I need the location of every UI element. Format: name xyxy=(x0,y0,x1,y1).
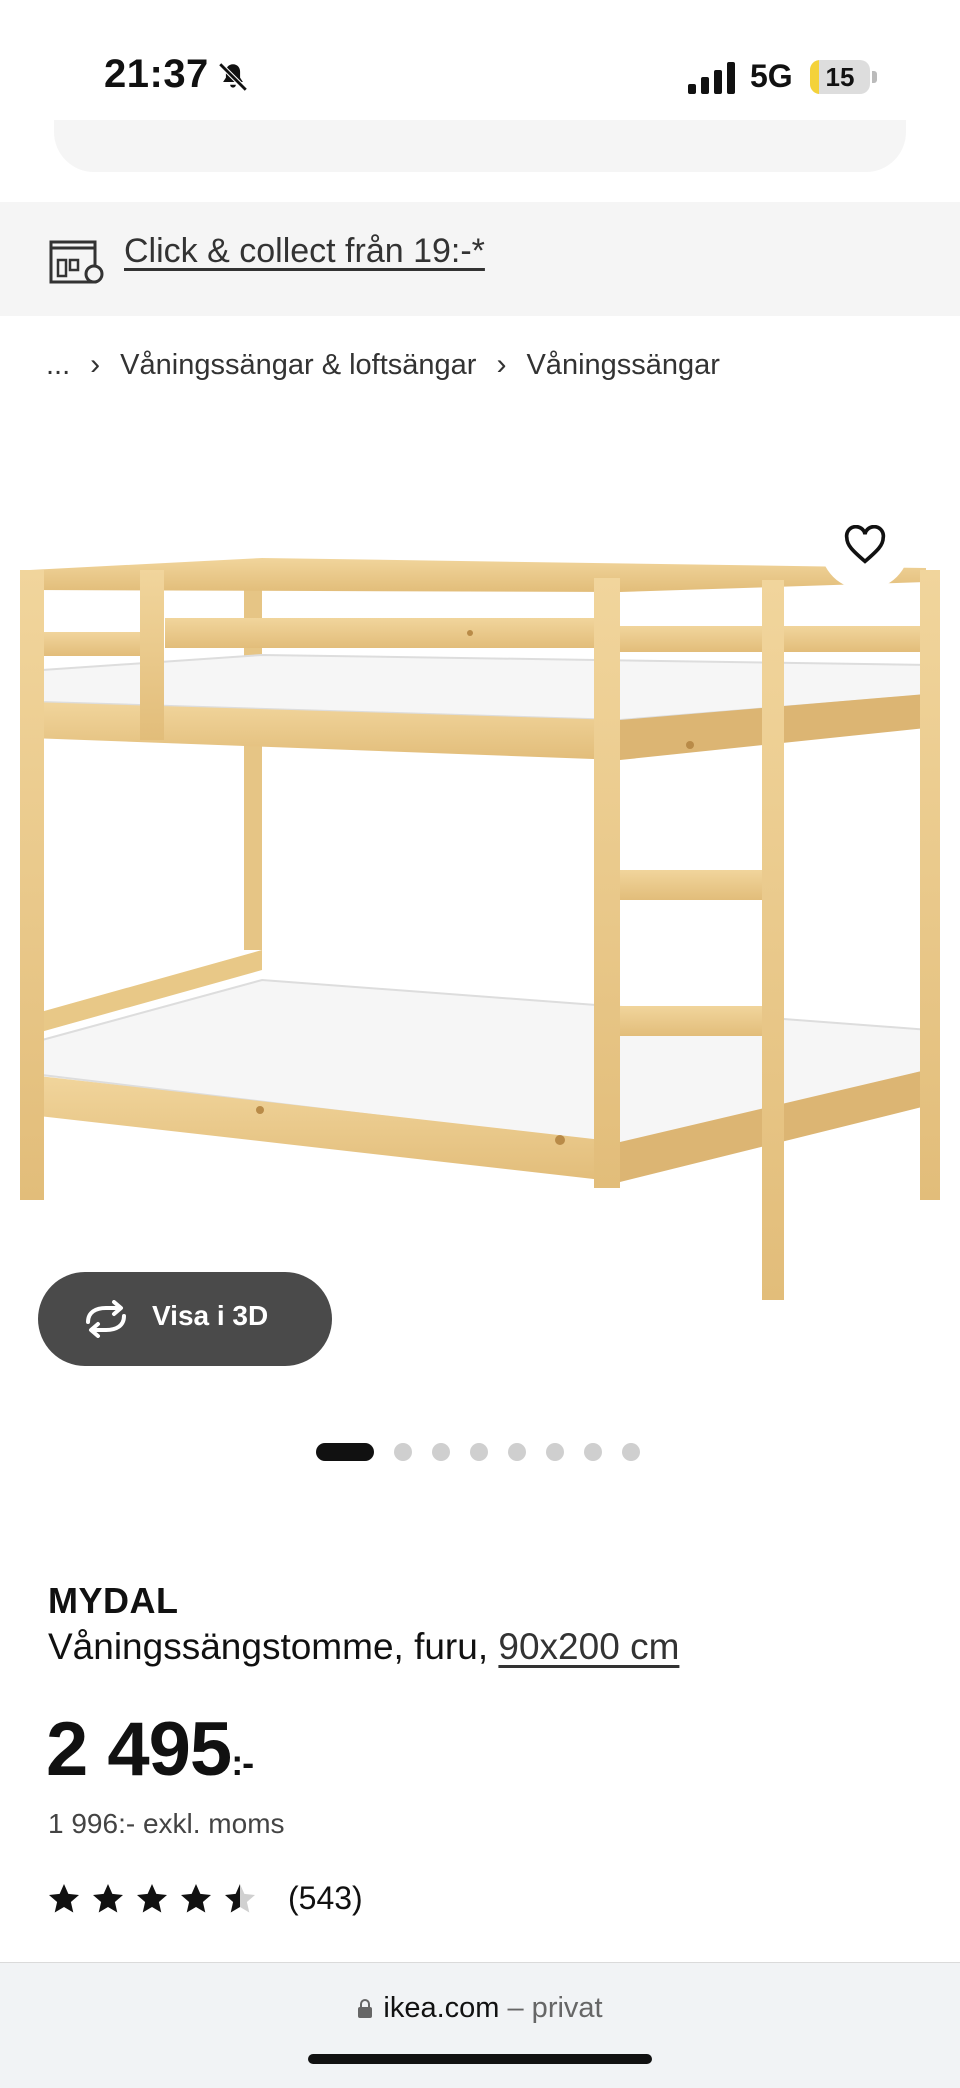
rating[interactable]: (543) xyxy=(46,1880,363,1917)
price-suffix: :- xyxy=(231,1742,254,1783)
battery-cap xyxy=(872,71,877,83)
star-full-icon xyxy=(93,1883,123,1912)
carousel-dot-active[interactable] xyxy=(316,1443,374,1461)
carousel-dot[interactable] xyxy=(394,1443,412,1461)
battery-percent: 15 xyxy=(825,62,855,92)
url-domain: ikea.com xyxy=(383,1992,500,2024)
private-mode-label: – privat xyxy=(507,1992,603,2024)
star-full-icon xyxy=(181,1883,211,1912)
carousel-dot[interactable] xyxy=(432,1443,450,1461)
view-3d-label: Visa i 3D xyxy=(152,1300,269,1331)
breadcrumb: ... › Våningssängar & loftsängar › Vånin… xyxy=(46,348,720,382)
product-name: MYDAL xyxy=(48,1580,179,1621)
view-3d-button[interactable]: Visa i 3D xyxy=(38,1272,332,1366)
carousel-dot[interactable] xyxy=(546,1443,564,1461)
carousel-dot[interactable] xyxy=(470,1443,488,1461)
product-type: Våningssängstomme, furu, xyxy=(48,1626,489,1667)
carousel-dot[interactable] xyxy=(622,1443,640,1461)
rotate-3d-icon xyxy=(86,1300,126,1338)
carousel-dot[interactable] xyxy=(584,1443,602,1461)
product-price: 2 495:- xyxy=(46,1706,254,1793)
chevron-right-icon: › xyxy=(90,348,101,381)
signal-icon xyxy=(688,62,735,94)
breadcrumb-item-bunk-and-loft-beds[interactable]: Våningssängar & loftsängar xyxy=(120,349,476,382)
store-icon xyxy=(49,240,104,284)
heart-icon xyxy=(844,525,886,564)
star-full-icon xyxy=(49,1883,79,1912)
size-link[interactable]: 90x200 cm xyxy=(498,1626,679,1667)
click-collect-link[interactable]: Click & collect från 19:-* xyxy=(124,232,485,271)
star-half-icon xyxy=(225,1883,255,1912)
network-type: 5G xyxy=(750,58,793,94)
lock-icon xyxy=(358,1999,373,2018)
breadcrumb-ellipsis[interactable]: ... xyxy=(46,349,70,382)
price-value: 2 495 xyxy=(46,1707,232,1792)
search-bar-edge[interactable] xyxy=(54,120,906,172)
bunk-bed-illustration xyxy=(20,558,940,1300)
carousel-dot[interactable] xyxy=(508,1443,526,1461)
clock: 21:37 xyxy=(104,52,209,96)
bell-slash-icon xyxy=(218,62,248,92)
breadcrumb-item-bunk-beds[interactable]: Våningssängar xyxy=(526,349,719,382)
chevron-right-icon: › xyxy=(496,348,507,381)
star-full-icon xyxy=(137,1883,167,1912)
star-rating xyxy=(46,1881,266,1917)
favorite-button[interactable] xyxy=(820,500,910,590)
product-description: Våningssängstomme, furu, 90x200 cm xyxy=(48,1626,679,1668)
image-carousel-indicator[interactable] xyxy=(316,1440,660,1464)
price-excl-vat: 1 996:- exkl. moms xyxy=(48,1808,285,1839)
home-indicator[interactable] xyxy=(308,2054,652,2064)
address-bar[interactable]: ikea.com – privat xyxy=(0,1992,960,2025)
browser-bottom-bar xyxy=(0,1962,960,2088)
product-image[interactable] xyxy=(0,470,960,1410)
review-count[interactable]: (543) xyxy=(288,1880,363,1917)
battery-icon: 15 xyxy=(810,60,870,94)
